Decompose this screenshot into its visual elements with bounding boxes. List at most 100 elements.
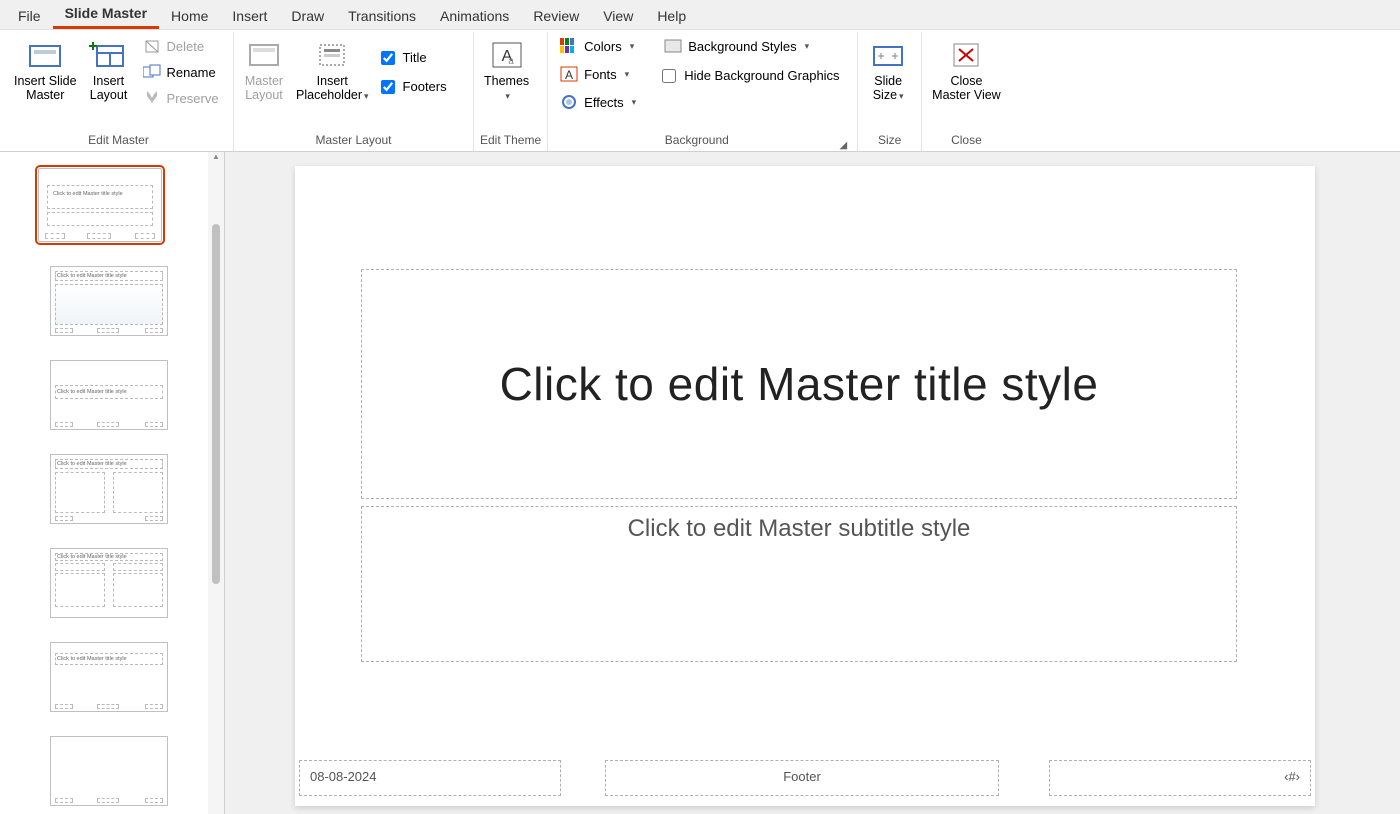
- close-icon: [946, 38, 986, 72]
- effects-icon: [560, 93, 578, 111]
- preserve-icon: [143, 89, 161, 107]
- group-background: Colors ▾ A Fonts ▾ Effects ▾ Background Sty…: [548, 32, 858, 151]
- colors-button[interactable]: Colors ▾: [554, 34, 642, 58]
- footers-checkbox[interactable]: Footers: [377, 73, 451, 100]
- fonts-label: Fonts: [584, 67, 617, 82]
- effects-label: Effects: [584, 95, 624, 110]
- group-label-master-layout: Master Layout: [240, 131, 467, 151]
- layout-thumbnail[interactable]: [50, 736, 168, 806]
- title-check-input[interactable]: [381, 51, 395, 65]
- chevron-down-icon: ▾: [899, 91, 904, 101]
- layout-thumbnail[interactable]: Click to edit Master title style: [50, 266, 168, 336]
- fonts-icon: A: [560, 65, 578, 83]
- subtitle-text: Click to edit Master subtitle style: [628, 515, 971, 542]
- tab-slide-master[interactable]: Slide Master: [53, 0, 159, 29]
- slide-master-thumbnail[interactable]: Click to edit Master title style: [38, 168, 162, 242]
- slide-master-canvas[interactable]: Click to edit Master title style Click t…: [295, 166, 1315, 806]
- close-master-view-button[interactable]: Close Master View: [928, 34, 1005, 107]
- title-text: Click to edit Master title style: [500, 357, 1099, 411]
- background-styles-label: Background Styles: [688, 39, 796, 54]
- delete-button: Delete: [137, 34, 225, 58]
- chevron-down-icon: ▾: [630, 41, 635, 52]
- insert-layout-button[interactable]: Insert Layout: [85, 34, 133, 107]
- insert-layout-label: Insert Layout: [90, 74, 128, 103]
- insert-slide-master-label: Insert Slide Master: [14, 74, 77, 103]
- rename-icon: [143, 63, 161, 81]
- chevron-down-icon: ▾: [632, 97, 637, 108]
- rename-button[interactable]: Rename: [137, 60, 225, 84]
- thumb-title: Click to edit Master title style: [57, 461, 127, 467]
- chevron-down-icon: ▾: [364, 91, 369, 101]
- insert-placeholder-label: Insert Placeholder▾: [296, 74, 369, 103]
- thumb-title: Click to edit Master title style: [57, 656, 127, 662]
- master-layout-button: Master Layout: [240, 34, 288, 107]
- placeholder-icon: [312, 38, 352, 72]
- thumb-title: Click to edit Master title style: [57, 389, 127, 395]
- tab-file[interactable]: File: [6, 3, 53, 29]
- themes-label: Themes▾: [484, 74, 529, 103]
- group-close: Close Master View Close: [922, 32, 1011, 151]
- subtitle-placeholder[interactable]: Click to edit Master subtitle style: [361, 506, 1237, 662]
- layout-thumbnail[interactable]: Click to edit Master title style: [50, 642, 168, 712]
- preserve-label: Preserve: [167, 91, 219, 106]
- chevron-down-icon: ▾: [625, 69, 630, 80]
- thumbnail-scrollbar[interactable]: ▲: [208, 152, 224, 814]
- delete-icon: [143, 37, 161, 55]
- background-styles-button[interactable]: Background Styles ▾: [658, 34, 843, 58]
- footers-check-label: Footers: [403, 79, 447, 94]
- group-master-layout: Master Layout Insert Placeholder▾ Title …: [234, 32, 474, 151]
- title-checkbox[interactable]: Title: [377, 44, 451, 71]
- footer-placeholder[interactable]: Footer: [605, 760, 999, 796]
- group-edit-master: Insert Slide Master Insert Layout Delete…: [4, 32, 234, 151]
- thumb-title: Click to edit Master title style: [57, 554, 127, 560]
- tab-review[interactable]: Review: [521, 3, 591, 29]
- slide-size-button[interactable]: Slide Size▾: [864, 34, 912, 107]
- thumb-master-title: Click to edit Master title style: [53, 191, 123, 197]
- group-label-close: Close: [928, 131, 1005, 151]
- footer-text: Footer: [783, 769, 821, 784]
- hide-background-check-input[interactable]: [662, 69, 676, 83]
- tab-insert[interactable]: Insert: [220, 3, 279, 29]
- layout-thumbnail[interactable]: Click to edit Master title style: [50, 360, 168, 430]
- hide-background-label: Hide Background Graphics: [684, 68, 839, 83]
- tab-animations[interactable]: Animations: [428, 3, 521, 29]
- tab-view[interactable]: View: [591, 3, 645, 29]
- date-placeholder[interactable]: 08-08-2024: [299, 760, 561, 796]
- group-label-edit-theme: Edit Theme: [480, 131, 541, 151]
- scroll-thumb[interactable]: [212, 224, 220, 584]
- group-label-background: Background: [554, 131, 839, 151]
- scroll-up-button[interactable]: ▲: [208, 152, 224, 164]
- slide-size-icon: [868, 38, 908, 72]
- insert-slide-master-button[interactable]: Insert Slide Master: [10, 34, 81, 107]
- hide-background-checkbox[interactable]: Hide Background Graphics: [658, 62, 843, 89]
- tab-draw[interactable]: Draw: [279, 3, 336, 29]
- master-layout-label: Master Layout: [245, 74, 283, 103]
- effects-button[interactable]: Effects ▾: [554, 90, 642, 114]
- preserve-button: Preserve: [137, 86, 225, 110]
- slide-master-icon: [25, 38, 65, 72]
- content-area: Click to edit Master title style Click t…: [0, 152, 1400, 814]
- slide-number-placeholder[interactable]: ‹#›: [1049, 760, 1311, 796]
- fonts-button[interactable]: A Fonts ▾: [554, 62, 642, 86]
- layout-thumbnail[interactable]: Click to edit Master title style: [50, 548, 168, 618]
- thumbnail-pane: Click to edit Master title style Click t…: [0, 152, 225, 814]
- slide-number-text: ‹#›: [1284, 769, 1300, 784]
- layout-thumbnail[interactable]: Click to edit Master title style: [50, 454, 168, 524]
- footers-check-input[interactable]: [381, 80, 395, 94]
- tab-transitions[interactable]: Transitions: [336, 3, 428, 29]
- group-label-size: Size: [864, 131, 915, 151]
- group-label-edit-master: Edit Master: [10, 131, 227, 151]
- themes-icon: Aa: [487, 38, 527, 72]
- colors-icon: [560, 37, 578, 55]
- themes-button[interactable]: Aa Themes▾: [480, 34, 533, 107]
- tab-home[interactable]: Home: [159, 3, 220, 29]
- close-master-view-label: Close Master View: [932, 74, 1001, 103]
- chevron-down-icon: ▾: [805, 41, 810, 52]
- colors-label: Colors: [584, 39, 622, 54]
- title-placeholder[interactable]: Click to edit Master title style: [361, 269, 1237, 499]
- background-dialog-launcher[interactable]: ◢: [839, 140, 851, 151]
- insert-placeholder-button[interactable]: Insert Placeholder▾: [292, 34, 373, 107]
- menu-tab-bar: File Slide Master Home Insert Draw Trans…: [0, 0, 1400, 30]
- tab-help[interactable]: Help: [645, 3, 698, 29]
- ribbon: Insert Slide Master Insert Layout Delete…: [0, 30, 1400, 152]
